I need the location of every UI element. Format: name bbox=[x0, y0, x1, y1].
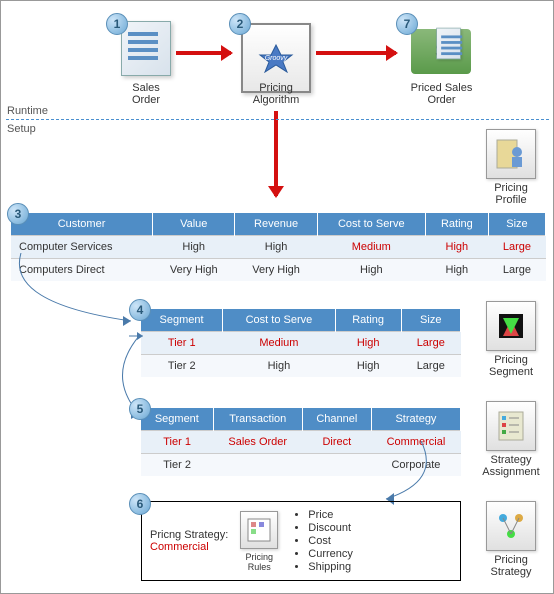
strategy-assign-icon bbox=[486, 401, 536, 451]
col-header: Revenue bbox=[235, 213, 317, 236]
strategy-bullets: PriceDiscountCostCurrencyShipping bbox=[290, 508, 353, 574]
profile-icon bbox=[486, 129, 536, 179]
customer-table: CustomerValueRevenueCost to ServeRatingS… bbox=[11, 213, 546, 281]
cell: Tier 1 bbox=[141, 332, 223, 355]
cell: Large bbox=[488, 259, 545, 282]
priced-order-icon bbox=[411, 29, 471, 74]
cell: Tier 2 bbox=[141, 454, 213, 477]
cell: High bbox=[153, 236, 235, 259]
arrow-1-to-2 bbox=[176, 51, 231, 55]
strategy-table: SegmentTransactionChannelStrategy Tier 1… bbox=[141, 408, 461, 476]
col-header: Rating bbox=[335, 309, 401, 332]
col-header: Cost to Serve bbox=[223, 309, 336, 332]
segment-table: SegmentCost to ServeRatingSize Tier 1Med… bbox=[141, 309, 461, 377]
cell: Tier 1 bbox=[141, 431, 213, 454]
cell bbox=[302, 454, 371, 477]
strategy-assign-label: Strategy Assignment bbox=[482, 454, 539, 478]
col-header: Size bbox=[488, 213, 545, 236]
pricing-profile-box: Pricing Profile bbox=[476, 129, 546, 206]
arrow-2-to-7 bbox=[316, 51, 396, 55]
col-header: Customer bbox=[11, 213, 153, 236]
cell: Large bbox=[488, 236, 545, 259]
pricing-rules-icon bbox=[240, 511, 278, 549]
cell: High bbox=[425, 259, 488, 282]
rules-label: Pricing Rules bbox=[246, 552, 274, 572]
table-row: Computers DirectVery HighVery HighHighHi… bbox=[11, 259, 546, 282]
cell: Commercial bbox=[371, 431, 460, 454]
cell: Computers Direct bbox=[11, 259, 153, 282]
strategy-icon bbox=[486, 501, 536, 551]
cell: Corporate bbox=[371, 454, 460, 477]
col-header: Transaction bbox=[213, 408, 302, 431]
badge-6: 6 bbox=[129, 493, 151, 515]
cell: High bbox=[335, 355, 401, 378]
pricing-strategy-box: Pricing Strategy bbox=[476, 501, 546, 578]
divider bbox=[6, 119, 549, 120]
cell: High bbox=[317, 259, 425, 282]
strategy-value: Commercial bbox=[150, 541, 228, 553]
cell: High bbox=[235, 236, 317, 259]
priced-order-label: Priced Sales Order bbox=[399, 82, 484, 106]
badge-7: 7 bbox=[396, 13, 418, 35]
sales-order-label: Sales Order bbox=[116, 82, 176, 106]
table-row: Tier 2HighHighLarge bbox=[141, 355, 461, 378]
cell: Medium bbox=[317, 236, 425, 259]
col-header: Size bbox=[401, 309, 460, 332]
col-header: Value bbox=[153, 213, 235, 236]
badge-4: 4 bbox=[129, 299, 151, 321]
cell: High bbox=[425, 236, 488, 259]
badge-1: 1 bbox=[106, 13, 128, 35]
cell: Sales Order bbox=[213, 431, 302, 454]
badge-3: 3 bbox=[7, 203, 29, 225]
table-row: Computer ServicesHighHighMediumHighLarge bbox=[11, 236, 546, 259]
cell: Computer Services bbox=[11, 236, 153, 259]
pricing-segment-box: Pricing Segment bbox=[476, 301, 546, 378]
runtime-label: Runtime bbox=[7, 105, 48, 117]
bullet-item: Cost bbox=[308, 535, 353, 547]
strategy-side-label: Pricing Strategy bbox=[491, 554, 532, 578]
strategy-assignment-box: Strategy Assignment bbox=[476, 401, 546, 478]
col-header: Strategy bbox=[371, 408, 460, 431]
pricing-strategy-detail: Pricng Strategy: Commercial Pricing Rule… bbox=[141, 501, 461, 581]
col-header: Segment bbox=[141, 309, 223, 332]
col-header: Cost to Serve bbox=[317, 213, 425, 236]
segment-label: Pricing Segment bbox=[489, 354, 533, 378]
col-header: Rating bbox=[425, 213, 488, 236]
segment-icon bbox=[486, 301, 536, 351]
badge-2: 2 bbox=[229, 13, 251, 35]
badge-5: 5 bbox=[129, 398, 151, 420]
cell: Medium bbox=[223, 332, 336, 355]
col-header: Segment bbox=[141, 408, 213, 431]
cell: High bbox=[223, 355, 336, 378]
arrow-2-down bbox=[274, 111, 278, 196]
bullet-item: Shipping bbox=[308, 561, 353, 573]
algo-label: Pricing Algorithm bbox=[241, 82, 311, 106]
setup-label: Setup bbox=[7, 123, 36, 135]
table-row: Tier 1Sales OrderDirectCommercial bbox=[141, 431, 461, 454]
groovy-star-icon: Groovy bbox=[256, 43, 296, 73]
arrow-to-tier1 bbox=[129, 331, 147, 341]
profile-label: Pricing Profile bbox=[494, 182, 528, 206]
cell bbox=[213, 454, 302, 477]
cell: Large bbox=[401, 332, 460, 355]
bullet-item: Discount bbox=[308, 522, 353, 534]
cell: Large bbox=[401, 355, 460, 378]
table-row: Tier 1MediumHighLarge bbox=[141, 332, 461, 355]
sales-order-icon bbox=[121, 21, 171, 76]
strategy-label: Pricng Strategy: bbox=[150, 529, 228, 541]
table-row: Tier 2 Corporate bbox=[141, 454, 461, 477]
bullet-item: Price bbox=[308, 509, 353, 521]
cell: Very High bbox=[153, 259, 235, 282]
bullet-item: Currency bbox=[308, 548, 353, 560]
svg-text:Groovy: Groovy bbox=[265, 55, 288, 62]
cell: High bbox=[335, 332, 401, 355]
cell: Tier 2 bbox=[141, 355, 223, 378]
cell: Very High bbox=[235, 259, 317, 282]
col-header: Channel bbox=[302, 408, 371, 431]
cell: Direct bbox=[302, 431, 371, 454]
